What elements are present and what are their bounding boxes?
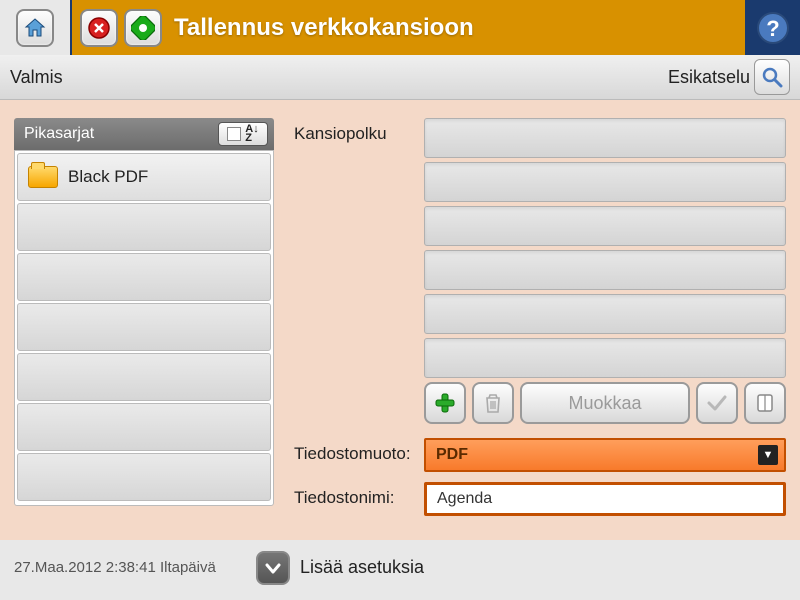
cancel-button[interactable] [80, 9, 118, 47]
preview-label: Esikatselu [668, 67, 750, 88]
cancel-icon [87, 16, 111, 40]
sort-button[interactable]: A↓Z [218, 122, 268, 146]
folder-icon [28, 166, 58, 188]
help-icon: ? [755, 10, 791, 46]
filename-label: Tiedostonimi: [294, 482, 424, 508]
content-area: Pikasarjat A↓Z Black PDF [0, 100, 800, 540]
quickset-item[interactable] [17, 303, 271, 351]
title-main: Tallennus verkkokansioon [72, 0, 745, 55]
dropdown-arrow-icon: ▼ [758, 445, 778, 465]
more-options-label: Lisää asetuksia [300, 557, 424, 578]
quicksets-list: Black PDF [14, 150, 274, 506]
quickset-item[interactable] [17, 403, 271, 451]
edit-path-button[interactable]: Muokkaa [520, 382, 690, 424]
quickset-item[interactable] [17, 203, 271, 251]
filename-input[interactable]: Agenda [424, 482, 786, 516]
fileformat-dropdown[interactable]: PDF ▼ [424, 438, 786, 472]
more-options-button[interactable] [256, 551, 290, 585]
help-button[interactable]: ? [755, 10, 791, 46]
quicksets-header: Pikasarjat A↓Z [14, 118, 274, 150]
quickset-item[interactable] [17, 453, 271, 501]
folderpath-field[interactable] [424, 250, 786, 290]
folderpath-field[interactable] [424, 206, 786, 246]
folderpath-field[interactable] [424, 162, 786, 202]
trash-icon [482, 392, 504, 414]
chevron-down-icon [264, 559, 282, 577]
folderpath-actions: Muokkaa [424, 382, 786, 424]
delete-path-button[interactable] [472, 382, 514, 424]
quicksets-title: Pikasarjat [24, 125, 94, 143]
title-bar: Tallennus verkkokansioon ? [0, 0, 800, 55]
quickset-item[interactable] [17, 253, 271, 301]
fileformat-value: PDF [436, 446, 468, 464]
book-icon [754, 392, 776, 414]
folderpath-field[interactable] [424, 338, 786, 378]
home-button[interactable] [16, 9, 54, 47]
confirm-path-button[interactable] [696, 382, 738, 424]
svg-text:?: ? [766, 16, 779, 41]
fileformat-label: Tiedostomuoto: [294, 438, 424, 464]
magnifier-icon [761, 66, 783, 88]
help-area: ? [745, 0, 800, 55]
status-text: Valmis [10, 67, 63, 88]
preview-button[interactable] [754, 59, 790, 95]
plus-icon [433, 391, 457, 415]
home-area [0, 0, 72, 55]
status-bar: Valmis Esikatselu [0, 55, 800, 100]
addressbook-button[interactable] [744, 382, 786, 424]
edit-label: Muokkaa [568, 393, 641, 414]
add-path-button[interactable] [424, 382, 466, 424]
folderpath-field[interactable] [424, 118, 786, 158]
folderpath-label: Kansiopolku [294, 118, 424, 144]
sort-icon: A↓Z [245, 125, 258, 143]
quickset-item[interactable] [17, 353, 271, 401]
quickset-item[interactable]: Black PDF [17, 153, 271, 201]
quicksets-panel: Pikasarjat A↓Z Black PDF [14, 118, 274, 518]
folderpath-field[interactable] [424, 294, 786, 334]
check-icon [705, 391, 729, 415]
fields-panel: Kansiopolku [294, 118, 786, 518]
start-icon [131, 16, 155, 40]
filename-value: Agenda [437, 490, 492, 508]
home-icon [23, 16, 47, 40]
page-title: Tallennus verkkokansioon [174, 14, 474, 42]
quickset-label: Black PDF [68, 167, 148, 187]
footer-bar: 27.Maa.2012 2:38:41 Iltapäivä Lisää aset… [0, 540, 800, 595]
start-button[interactable] [124, 9, 162, 47]
